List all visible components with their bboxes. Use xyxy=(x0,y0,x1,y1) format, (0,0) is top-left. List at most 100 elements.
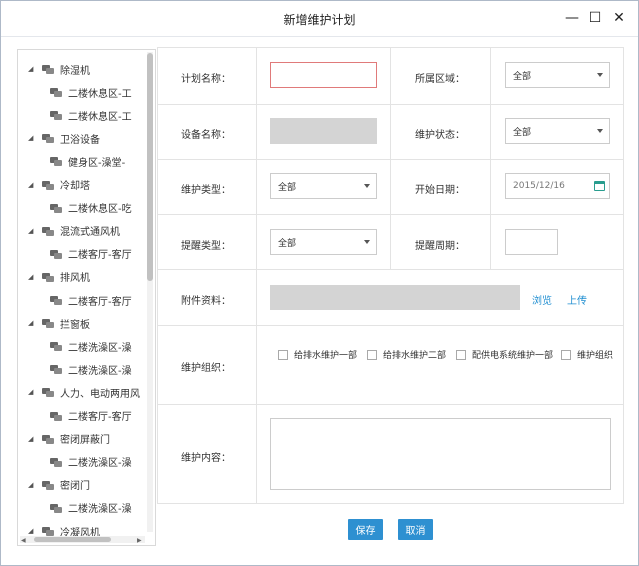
browse-link[interactable]: 浏览 xyxy=(532,292,552,307)
tree-item-label: 二楼洗澡区-澡 xyxy=(68,365,132,377)
tree-item-label: 密闭门 xyxy=(60,481,90,493)
expand-toggle-icon[interactable]: ◢ xyxy=(28,481,36,489)
device-icon xyxy=(50,110,62,121)
tree-category-item[interactable]: ◢ 卫浴设备 xyxy=(28,128,100,148)
tree-category-item[interactable]: ◢ 拦窗板 xyxy=(28,313,90,333)
calendar-icon[interactable] xyxy=(594,181,605,191)
form-border-right xyxy=(623,47,624,504)
tree-device-item[interactable]: 二楼客厅-客厅 xyxy=(44,290,132,310)
expand-toggle-icon[interactable]: ◢ xyxy=(28,134,36,142)
tree-device-item[interactable]: 二楼洗澡区-澡 xyxy=(44,336,132,356)
reminder-cycle-input[interactable] xyxy=(505,229,558,255)
form-row-divider xyxy=(157,269,624,270)
tree-category-item[interactable]: ◢ 人力、电动两用风 xyxy=(28,382,140,402)
tree-horizontal-scroll-thumb[interactable] xyxy=(34,537,111,542)
tree-item-label: 二楼客厅-客厅 xyxy=(68,296,132,308)
tree-category-item[interactable]: ◢ 冷却塔 xyxy=(28,175,90,195)
tree-category-item[interactable]: ◢ 密闭门 xyxy=(28,475,90,495)
form-border-left xyxy=(157,47,158,504)
tree-item-label: 健身区-澡堂- xyxy=(68,157,126,169)
save-button[interactable]: 保存 xyxy=(348,519,383,540)
attachment-path-field xyxy=(270,285,520,310)
expand-toggle-icon[interactable]: ◢ xyxy=(28,181,36,189)
reminder-cycle-label: 提醒周期： xyxy=(415,241,465,252)
reminder-type-select-value: 全部 xyxy=(278,238,297,249)
tree-device-item[interactable]: 二楼休息区-工 xyxy=(44,82,132,102)
status-label: 维护状态： xyxy=(415,130,465,141)
scroll-left-icon[interactable]: ◀ xyxy=(21,537,26,544)
checkbox-icon[interactable] xyxy=(278,349,288,360)
device-icon xyxy=(42,226,54,236)
device-icon xyxy=(50,249,62,259)
checkbox-icon[interactable] xyxy=(367,349,377,360)
cancel-button[interactable]: 取消 xyxy=(398,519,433,540)
device-icon xyxy=(42,180,54,190)
chevron-down-icon xyxy=(364,240,370,244)
status-select-value: 全部 xyxy=(513,127,532,138)
device-icon xyxy=(50,503,62,513)
org-checkbox-4[interactable]: 维护组织 xyxy=(561,348,613,361)
org-checkbox-label: 给排水维护二部 xyxy=(383,351,447,361)
org-checkbox-label: 给排水维护一部 xyxy=(294,351,358,361)
device-icon xyxy=(50,203,62,213)
minimize-icon[interactable]: — xyxy=(563,9,581,27)
type-select-value: 全部 xyxy=(278,182,297,193)
device-icon xyxy=(42,480,54,490)
plan-name-input[interactable] xyxy=(270,62,377,88)
org-checkbox-label: 配供电系统维护一部 xyxy=(472,351,554,361)
device-name-input[interactable] xyxy=(270,118,377,144)
tree-device-item[interactable]: 二楼客厅-客厅 xyxy=(44,244,132,264)
device-icon xyxy=(42,64,54,74)
checkbox-icon[interactable] xyxy=(456,349,466,360)
scroll-right-icon[interactable]: ▶ xyxy=(137,537,142,544)
tree-device-item[interactable]: 二楼休息区-吃 xyxy=(44,198,132,218)
content-textarea[interactable] xyxy=(270,418,611,490)
tree-item-label: 人力、电动两用风 xyxy=(60,388,140,400)
reminder-type-select[interactable]: 全部 xyxy=(270,229,377,255)
tree-category-item[interactable]: ◢ 排风机 xyxy=(28,267,90,287)
expand-toggle-icon[interactable]: ◢ xyxy=(28,388,36,396)
tree-device-item[interactable]: 健身区-澡堂- xyxy=(44,151,125,171)
device-name-label: 设备名称： xyxy=(181,130,231,141)
tree-device-item[interactable]: 二楼洗澡区-澡 xyxy=(44,452,132,472)
tree-category-item[interactable]: ◢ 混流式通风机 xyxy=(28,221,120,241)
device-icon xyxy=(50,87,62,98)
upload-link[interactable]: 上传 xyxy=(567,292,587,307)
reminder-type-label: 提醒类型： xyxy=(181,241,231,252)
device-icon xyxy=(50,457,62,467)
expand-toggle-icon[interactable]: ◢ xyxy=(28,435,36,443)
area-label: 所属区域： xyxy=(415,74,465,85)
tree-device-item[interactable]: 二楼洗澡区-澡 xyxy=(44,498,132,518)
status-select[interactable]: 全部 xyxy=(505,118,610,144)
maximize-icon[interactable]: ☐ xyxy=(586,9,604,27)
org-checkbox-label: 维护组织 xyxy=(576,351,613,361)
tree-device-item[interactable]: 二楼洗澡区-澡 xyxy=(44,359,132,379)
org-checkbox-2[interactable]: 给排水维护二部 xyxy=(367,348,446,361)
expand-toggle-icon[interactable]: ◢ xyxy=(28,65,36,73)
type-select[interactable]: 全部 xyxy=(270,173,377,199)
tree-device-item[interactable]: 二楼客厅-客厅 xyxy=(44,406,132,426)
device-icon xyxy=(42,526,54,536)
area-select-value: 全部 xyxy=(513,71,532,82)
tree-item-label: 排风机 xyxy=(60,273,90,285)
tree-device-item[interactable]: 二楼休息区-工 xyxy=(44,105,132,125)
tree-item-label: 二楼客厅-客厅 xyxy=(68,250,132,262)
chevron-down-icon xyxy=(597,129,603,133)
dialog-title: 新增维护计划 xyxy=(283,13,356,27)
area-select[interactable]: 全部 xyxy=(505,62,610,88)
tree-category-item[interactable]: ◢ 密闭屏蔽门 xyxy=(28,429,110,449)
org-checkbox-1[interactable]: 给排水维护一部 xyxy=(278,348,357,361)
checkbox-icon[interactable] xyxy=(561,349,571,360)
tree-category-item[interactable]: ◢ 除湿机 xyxy=(28,59,90,79)
expand-toggle-icon[interactable]: ◢ xyxy=(28,273,36,281)
expand-toggle-icon[interactable]: ◢ xyxy=(28,527,36,535)
org-checkbox-3[interactable]: 配供电系统维护一部 xyxy=(456,348,553,361)
close-icon[interactable]: ✕ xyxy=(610,9,628,27)
tree-vertical-scroll-thumb[interactable] xyxy=(147,53,153,281)
expand-toggle-icon[interactable]: ◢ xyxy=(28,319,36,327)
device-icon xyxy=(50,156,62,167)
content-label: 维护内容： xyxy=(181,453,231,464)
device-icon xyxy=(42,387,54,398)
start-date-input[interactable]: 2015/12/16 xyxy=(505,173,610,199)
expand-toggle-icon[interactable]: ◢ xyxy=(28,227,36,235)
